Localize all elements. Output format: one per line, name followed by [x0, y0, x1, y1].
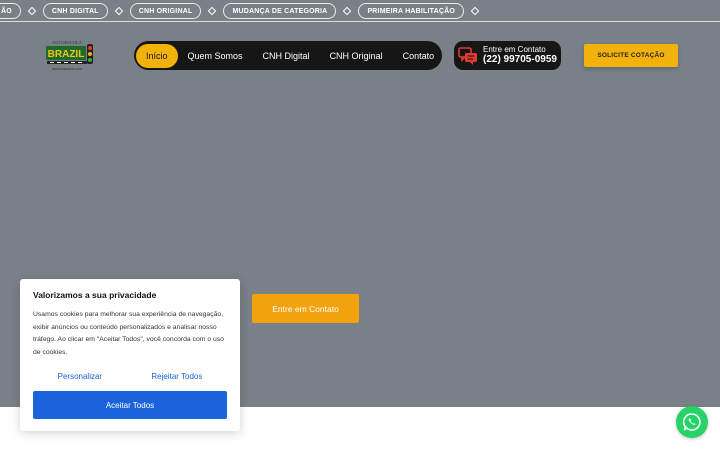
logo-image-icon: AUTOESCOLA BRAZIL www.brazilcnh.com	[46, 40, 93, 71]
cookie-reject-button[interactable]: Rejeitar Todos	[151, 372, 202, 381]
nav-item-cnh-original[interactable]: CNH Original	[320, 44, 393, 68]
cookie-accept-button[interactable]: Aceitar Todos	[33, 391, 227, 419]
ticker-item: MUDANÇA DE CATEGORIA	[223, 3, 337, 19]
svg-text:AUTOESCOLA: AUTOESCOLA	[52, 40, 83, 45]
logo[interactable]: AUTOESCOLA BRAZIL www.brazilcnh.com	[45, 38, 95, 72]
nav-item-contato[interactable]: Contato	[393, 44, 445, 68]
nav-item-inicio[interactable]: Início	[136, 43, 178, 68]
diamond-icon	[27, 6, 37, 16]
cookie-body: Usamos cookies para melhorar sua experiê…	[33, 311, 224, 356]
contact-label: Entre em Contato	[483, 44, 546, 54]
ticker-item: CNH DIGITAL	[42, 3, 108, 19]
ticker-item: CNH ORIGINAL	[129, 3, 202, 19]
ticker-item: ÃO	[0, 3, 21, 19]
diamond-icon	[470, 6, 480, 16]
svg-text:www.brazilcnh.com: www.brazilcnh.com	[52, 67, 82, 71]
cookie-customize-button[interactable]: Personalizar	[58, 372, 102, 381]
contact-box[interactable]: Entre em Contato (22) 99705-0959	[454, 41, 561, 70]
contact-phone[interactable]: (22) 99705-0959	[483, 54, 557, 65]
diamond-icon	[343, 6, 352, 16]
quote-button[interactable]: SOLICITE COTAÇÃO	[584, 44, 678, 67]
diamond-icon	[208, 6, 217, 16]
whatsapp-button[interactable]	[676, 406, 708, 438]
hero-contact-button[interactable]: Entre em Contato	[252, 294, 359, 323]
svg-text:BRAZIL: BRAZIL	[48, 49, 85, 60]
diamond-icon	[114, 6, 123, 16]
whatsapp-icon	[682, 413, 701, 431]
nav-item-quem-somos[interactable]: Quem Somos	[178, 44, 253, 68]
ticker-bar: ÃO CNH DIGITAL CNH ORIGINAL MUDANÇA DE C…	[0, 0, 720, 22]
cookie-consent-dialog: Valorizamos a sua privacidade Usamos coo…	[20, 279, 240, 431]
chat-bubbles-icon	[458, 46, 477, 65]
cookie-title: Valorizamos a sua privacidade	[33, 290, 157, 300]
nav-item-cnh-digital[interactable]: CNH Digital	[253, 44, 320, 68]
main-nav: Início Quem Somos CNH Digital CNH Origin…	[134, 41, 442, 70]
ticker-item: PRIMEIRA HABILITAÇÃO	[358, 3, 465, 19]
